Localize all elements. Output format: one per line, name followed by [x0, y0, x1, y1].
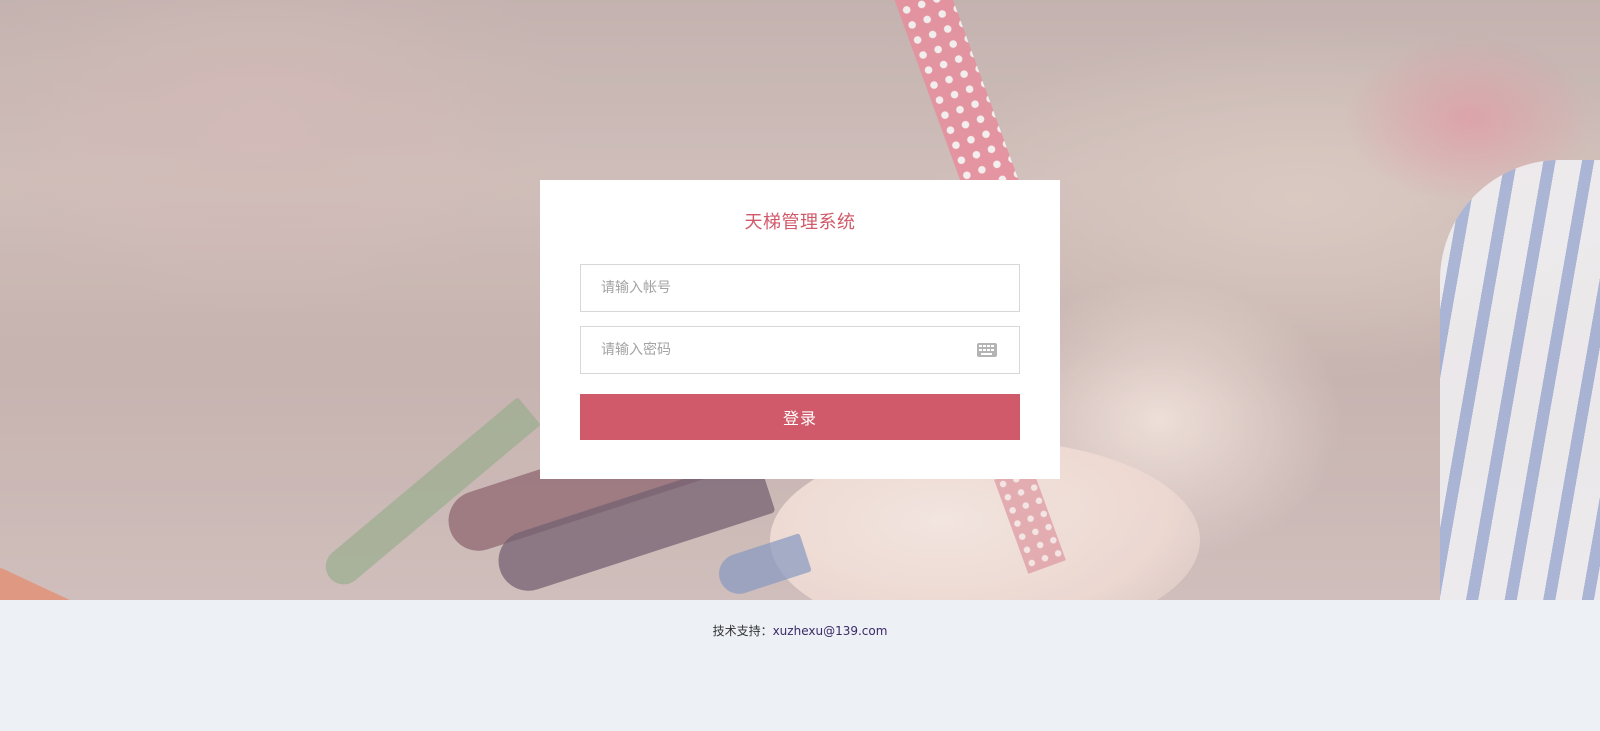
password-field	[580, 326, 1020, 374]
keyboard-icon[interactable]	[977, 343, 997, 357]
login-card: 天梯管理系统 登录	[540, 180, 1060, 479]
account-input[interactable]	[581, 265, 1019, 311]
support-email-link[interactable]: xuzhexu@139.com	[773, 624, 888, 638]
account-field	[580, 264, 1020, 312]
login-title: 天梯管理系统	[744, 212, 856, 233]
password-input[interactable]	[581, 327, 1019, 373]
login-button[interactable]: 登录	[580, 394, 1020, 440]
support-label: 技术支持：	[712, 624, 773, 638]
footer: 技术支持：xuzhexu@139.com	[0, 600, 1600, 731]
support-info: 技术支持：xuzhexu@139.com	[0, 622, 1600, 639]
